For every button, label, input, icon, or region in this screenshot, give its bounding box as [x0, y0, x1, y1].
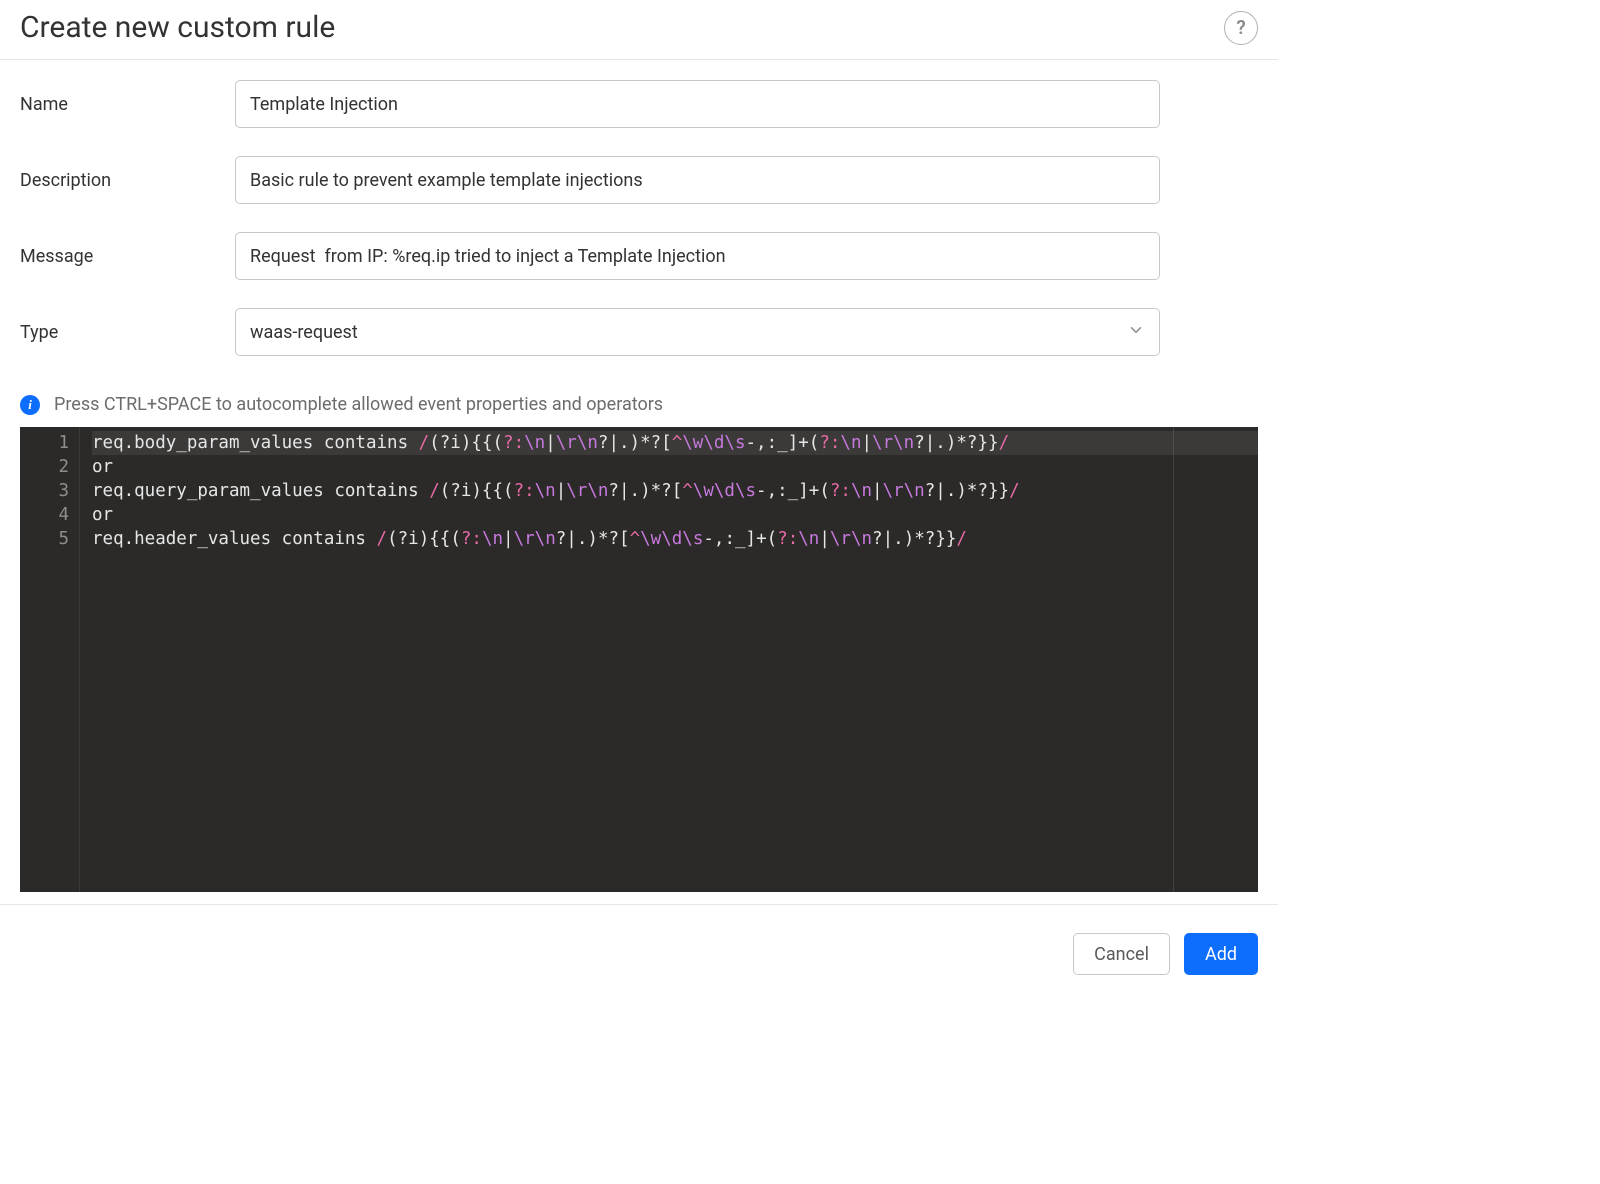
line-number: 4 — [20, 503, 69, 527]
cancel-button[interactable]: Cancel — [1073, 933, 1170, 975]
type-select-value: waas-request — [250, 322, 358, 343]
code-line[interactable]: req.body_param_values contains /(?i){{(?… — [92, 431, 1258, 455]
line-number: 1 — [20, 431, 69, 455]
form-row-message: Message — [20, 232, 1258, 280]
hint-text: Press CTRL+SPACE to autocomplete allowed… — [54, 394, 663, 415]
name-label: Name — [20, 94, 235, 115]
hint-row: i Press CTRL+SPACE to autocomplete allow… — [0, 376, 1278, 423]
description-input[interactable] — [235, 156, 1160, 204]
description-label: Description — [20, 170, 235, 191]
editor-gutter: 12345 — [20, 427, 80, 892]
type-label: Type — [20, 322, 235, 343]
code-line[interactable]: or — [92, 455, 1258, 479]
print-margin — [1173, 427, 1174, 892]
cancel-button-label: Cancel — [1094, 944, 1149, 965]
add-button[interactable]: Add — [1184, 933, 1258, 975]
form-area: Name Description Message Type waas-reque… — [0, 60, 1278, 376]
name-input[interactable] — [235, 80, 1160, 128]
add-button-label: Add — [1205, 944, 1237, 965]
code-line[interactable]: or — [92, 503, 1258, 527]
code-line[interactable]: req.query_param_values contains /(?i){{(… — [92, 479, 1258, 503]
form-row-name: Name — [20, 80, 1258, 128]
message-input[interactable] — [235, 232, 1160, 280]
form-row-description: Description — [20, 156, 1258, 204]
form-row-type: Type waas-request — [20, 308, 1258, 356]
code-line[interactable]: req.header_values contains /(?i){{(?:\n|… — [92, 527, 1258, 551]
code-editor[interactable]: 12345 req.body_param_values contains /(?… — [20, 427, 1258, 892]
help-icon[interactable]: ? — [1224, 11, 1258, 45]
type-select[interactable]: waas-request — [235, 308, 1160, 356]
chevron-down-icon — [1127, 321, 1145, 344]
line-number: 2 — [20, 455, 69, 479]
page-title: Create new custom rule — [20, 10, 335, 45]
line-number: 5 — [20, 527, 69, 551]
message-label: Message — [20, 246, 235, 267]
info-icon: i — [20, 395, 40, 415]
editor-code[interactable]: req.body_param_values contains /(?i){{(?… — [80, 427, 1258, 892]
dialog-footer: Cancel Add — [0, 904, 1278, 975]
dialog-header: Create new custom rule ? — [0, 0, 1278, 60]
line-number: 3 — [20, 479, 69, 503]
